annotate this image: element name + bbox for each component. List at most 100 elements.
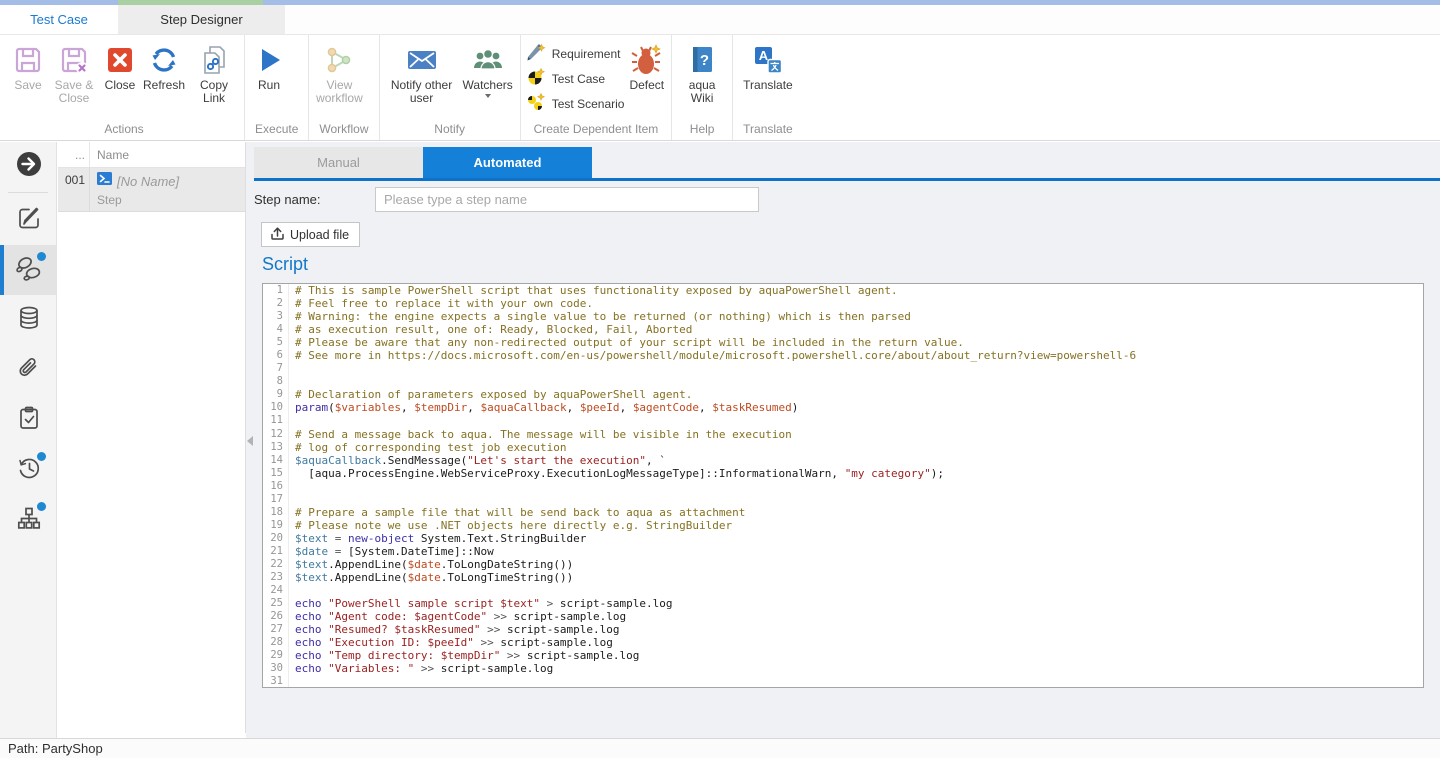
step-name-row: Step name:: [254, 187, 759, 212]
code-line: 23$text.AppendLine($date.ToLongTimeStrin…: [263, 571, 1423, 584]
defect-icon: [630, 41, 664, 79]
app-window: Test Case Step Designer Save Save & Clos…: [0, 0, 1440, 758]
save-and-close-label: Save & Close: [51, 79, 97, 105]
edit-icon: [16, 205, 42, 236]
copy-link-label: Copy Link: [191, 79, 237, 105]
sidebar-item-checklist[interactable]: [0, 395, 57, 445]
script-section-heading: Script: [262, 254, 308, 275]
code-line: 24: [263, 584, 1423, 597]
close-button[interactable]: Close: [100, 37, 140, 92]
create-requirement-label: Requirement: [552, 47, 621, 61]
view-workflow-button[interactable]: View workflow: [313, 37, 365, 105]
ribbon-group-help: ? aqua Wiki Help: [671, 35, 732, 140]
code-line: 3# Warning: the engine expects a single …: [263, 310, 1423, 323]
code-line: 19# Please note we use .NET objects here…: [263, 519, 1423, 532]
sidebar-item-steps[interactable]: [0, 245, 57, 295]
sidebar-item-edit[interactable]: [0, 195, 57, 245]
group-label-notify: Notify: [384, 122, 516, 140]
step-number: 001: [58, 168, 90, 211]
powershell-icon: [97, 172, 112, 190]
code-line: 29echo "Temp directory: $tempDir" >> scr…: [263, 649, 1423, 662]
view-workflow-icon: [324, 41, 354, 79]
test-scenario-icon: [527, 93, 546, 114]
create-test-scenario-button[interactable]: Test Scenario: [527, 92, 625, 115]
code-line: 10param($variables, $tempDir, $aquaCallb…: [263, 401, 1423, 414]
translate-button[interactable]: A Translate: [740, 37, 796, 92]
tab-manual[interactable]: Manual: [254, 147, 423, 178]
script-code-editor[interactable]: 1# This is sample PowerShell script that…: [262, 283, 1424, 688]
code-line: 31: [263, 675, 1423, 688]
watchers-dropdown-caret: [485, 94, 491, 98]
svg-text:A: A: [759, 48, 769, 63]
code-line: 17: [263, 493, 1423, 506]
ribbon-group-create-dependent-item: Requirement Test Case Test Scenario: [520, 35, 671, 140]
tab-manual-label: Manual: [317, 155, 360, 170]
code-line: 21$date = [System.DateTime]::Now: [263, 545, 1423, 558]
sidebar-item-attachments[interactable]: [0, 345, 57, 395]
refresh-label: Refresh: [143, 79, 185, 92]
upload-icon: [270, 226, 285, 243]
refresh-button[interactable]: Refresh: [140, 37, 188, 92]
code-line: 20$text = new-object System.Text.StringB…: [263, 532, 1423, 545]
watchers-icon: [471, 41, 505, 79]
code-line: 12# Send a message back to aqua. The mes…: [263, 428, 1423, 441]
create-test-case-label: Test Case: [552, 72, 605, 86]
code-line: 16: [263, 480, 1423, 493]
code-line: 28echo "Execution ID: $peeId" >> script-…: [263, 636, 1423, 649]
code-line: 30echo "Variables: " >> script-sample.lo…: [263, 662, 1423, 675]
tab-step-designer[interactable]: Step Designer: [118, 5, 285, 34]
hierarchy-badge: [37, 502, 46, 511]
step-name-input[interactable]: [375, 187, 759, 212]
ribbon-group-actions: Save Save & Close Close: [4, 35, 244, 140]
sidebar-item-collapse[interactable]: [0, 142, 57, 190]
aqua-wiki-button[interactable]: ? aqua Wiki: [676, 37, 728, 105]
save-button[interactable]: Save: [8, 37, 48, 92]
tab-automated-label: Automated: [474, 155, 542, 170]
watchers-label: Watchers: [463, 79, 513, 92]
run-button[interactable]: Run: [249, 37, 289, 92]
tab-test-case[interactable]: Test Case: [0, 5, 118, 34]
code-line: 1# This is sample PowerShell script that…: [263, 284, 1423, 297]
run-icon: [254, 41, 284, 79]
group-label-workflow: Workflow: [313, 122, 374, 140]
step-row[interactable]: 001 [No Name] Step: [58, 168, 245, 212]
window-tabbar: Test Case Step Designer: [0, 5, 1440, 35]
code-line: 26echo "Agent code: $agentCode" >> scrip…: [263, 610, 1423, 623]
paperclip-icon: [16, 355, 42, 386]
watchers-button[interactable]: Watchers: [460, 37, 516, 98]
sidebar-item-data[interactable]: [0, 295, 57, 345]
create-defect-button[interactable]: Defect: [626, 37, 667, 92]
create-requirement-button[interactable]: Requirement: [527, 42, 625, 65]
requirement-icon: [527, 43, 546, 64]
code-line: 2# Feel free to replace it with your own…: [263, 297, 1423, 310]
code-line: 4# as execution result, one of: Ready, B…: [263, 323, 1423, 336]
mail-icon: [406, 41, 438, 79]
close-icon: [105, 41, 135, 79]
upload-file-button[interactable]: Upload file: [261, 222, 360, 247]
step-name-label: Step name:: [254, 192, 375, 207]
code-line: 25echo "PowerShell sample script $text" …: [263, 597, 1423, 610]
copy-link-button[interactable]: Copy Link: [188, 37, 240, 105]
code-line: 18# Prepare a sample file that will be s…: [263, 506, 1423, 519]
translate-icon: A: [753, 41, 783, 79]
save-and-close-icon: [59, 41, 89, 79]
tab-test-case-label: Test Case: [30, 12, 88, 27]
steps-badge: [37, 252, 46, 261]
group-label-help: Help: [676, 122, 728, 140]
notify-other-user-button[interactable]: Notify other user: [384, 37, 460, 105]
create-defect-label: Defect: [629, 79, 664, 92]
save-and-close-button[interactable]: Save & Close: [48, 37, 100, 105]
sidebar-item-history[interactable]: [0, 445, 57, 495]
svg-text:?: ?: [700, 52, 709, 69]
code-line: 11: [263, 414, 1423, 427]
ribbon-group-notify: Notify other user Watchers Notify: [379, 35, 520, 140]
view-workflow-label: View workflow: [316, 79, 363, 105]
code-line: 5# Please be aware that any non-redirect…: [263, 336, 1423, 349]
create-test-case-button[interactable]: Test Case: [527, 67, 625, 90]
status-bar: Path: PartyShop: [0, 738, 1440, 758]
panel-collapse-arrow-icon[interactable]: [247, 436, 253, 446]
aqua-wiki-label: aqua Wiki: [679, 79, 725, 105]
run-label: Run: [258, 79, 280, 92]
tab-automated[interactable]: Automated: [423, 147, 592, 178]
sidebar-item-hierarchy[interactable]: [0, 495, 57, 545]
